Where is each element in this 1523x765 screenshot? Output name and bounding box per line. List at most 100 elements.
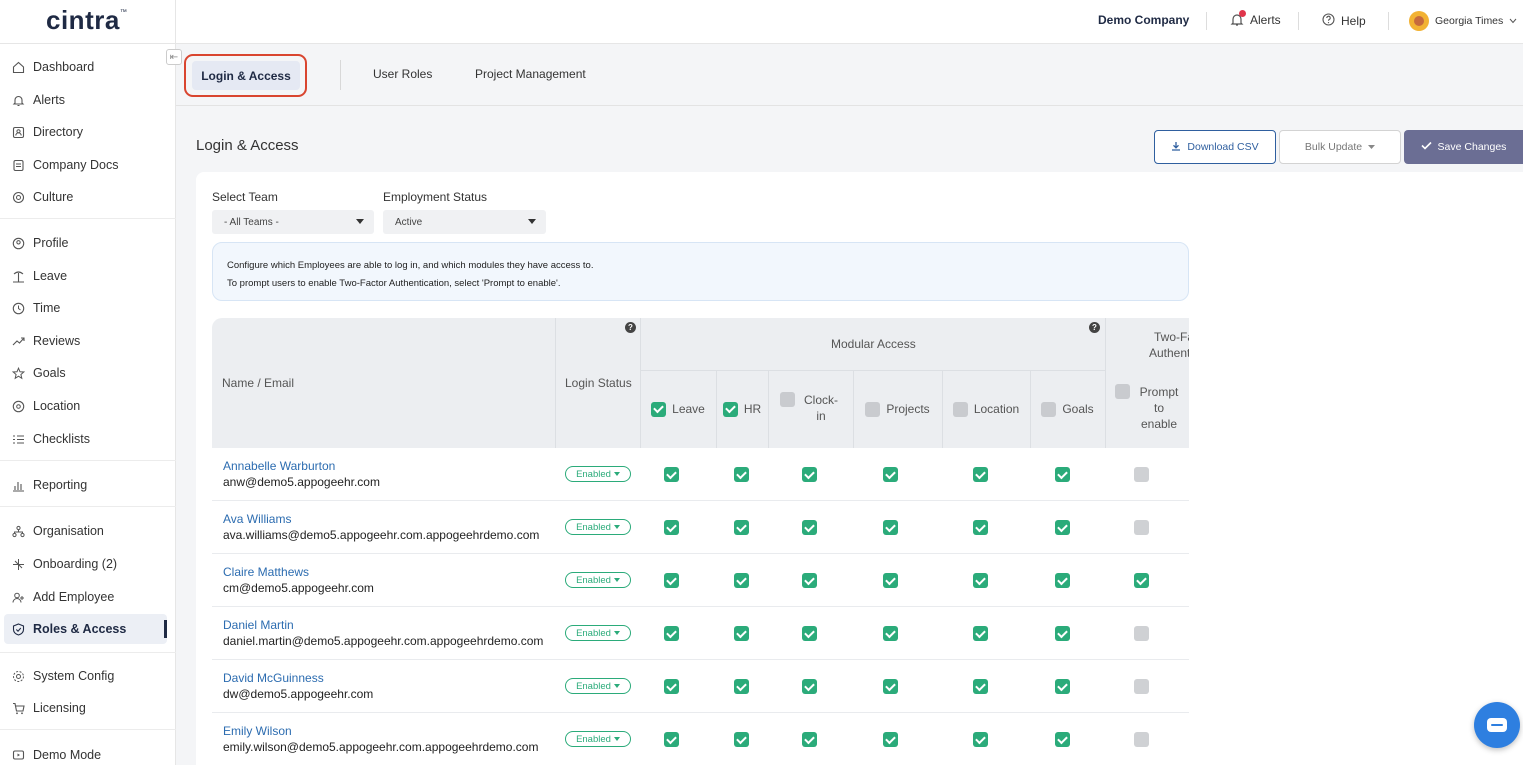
- module-checkbox-leave[interactable]: [664, 520, 679, 535]
- sidebar-item-reporting[interactable]: Reporting: [4, 470, 167, 500]
- help-icon[interactable]: ?: [625, 322, 636, 333]
- module-checkbox-goals[interactable]: [1055, 573, 1070, 588]
- module-checkbox-projects[interactable]: [883, 520, 898, 535]
- module-checkbox-projects[interactable]: [883, 467, 898, 482]
- employee-name-link[interactable]: Daniel Martin: [223, 618, 294, 632]
- leave-select-all-checkbox[interactable]: [651, 401, 667, 417]
- projects-select-all-checkbox[interactable]: [865, 401, 881, 417]
- module-checkbox-location[interactable]: [973, 520, 988, 535]
- prompt-2fa-checkbox[interactable]: [1134, 732, 1149, 747]
- employee-name-link[interactable]: Annabelle Warburton: [223, 459, 335, 473]
- sidebar-item-dashboard[interactable]: Dashboard: [4, 52, 167, 82]
- sidebar-item-add-employee[interactable]: Add Employee: [4, 582, 167, 612]
- sidebar-item-licensing[interactable]: Licensing: [4, 693, 167, 723]
- sidebar-item-checklists[interactable]: Checklists: [4, 424, 167, 454]
- sidebar-item-goals[interactable]: Goals: [4, 358, 167, 388]
- module-checkbox-goals[interactable]: [1055, 732, 1070, 747]
- sidebar-item-onboarding[interactable]: Onboarding (2): [4, 549, 167, 579]
- user-menu[interactable]: Georgia Times: [1409, 11, 1517, 31]
- module-checkbox-leave[interactable]: [664, 467, 679, 482]
- sidebar-item-demo-mode[interactable]: Demo Mode: [4, 740, 167, 765]
- module-checkbox-clock-in[interactable]: [802, 467, 817, 482]
- module-checkbox-projects[interactable]: [883, 626, 898, 641]
- module-checkbox-leave[interactable]: [664, 573, 679, 588]
- prompt-2fa-checkbox[interactable]: [1134, 626, 1149, 641]
- sidebar-item-leave[interactable]: Leave: [4, 261, 167, 291]
- alerts-button[interactable]: Alerts: [1230, 10, 1281, 27]
- prompt-select-all-checkbox[interactable]: [1115, 384, 1130, 399]
- bulk-update-button[interactable]: Bulk Update: [1279, 130, 1401, 164]
- company-name[interactable]: Demo Company: [1098, 13, 1189, 27]
- sidebar-item-profile[interactable]: Profile: [4, 228, 167, 258]
- login-status-dropdown[interactable]: Enabled: [565, 572, 631, 588]
- help-button[interactable]: Help: [1322, 13, 1366, 29]
- module-checkbox-hr[interactable]: [734, 520, 749, 535]
- prompt-2fa-checkbox[interactable]: [1134, 573, 1149, 588]
- column-header-hr[interactable]: HR: [716, 370, 768, 448]
- tab-project-management[interactable]: Project Management: [475, 67, 586, 81]
- module-checkbox-goals[interactable]: [1055, 520, 1070, 535]
- module-checkbox-goals[interactable]: [1055, 679, 1070, 694]
- team-select[interactable]: - All Teams -: [212, 210, 374, 234]
- sidebar-item-time[interactable]: Time: [4, 293, 167, 323]
- module-checkbox-clock-in[interactable]: [802, 732, 817, 747]
- prompt-2fa-checkbox[interactable]: [1134, 679, 1149, 694]
- employee-name-link[interactable]: Ava Williams: [223, 512, 291, 526]
- module-checkbox-leave[interactable]: [664, 732, 679, 747]
- module-checkbox-leave[interactable]: [664, 679, 679, 694]
- location-select-all-checkbox[interactable]: [952, 401, 968, 417]
- employment-status-select[interactable]: Active: [383, 210, 546, 234]
- chat-button[interactable]: [1474, 702, 1520, 748]
- login-status-dropdown[interactable]: Enabled: [565, 519, 631, 535]
- module-checkbox-goals[interactable]: [1055, 467, 1070, 482]
- column-header-goals[interactable]: Goals: [1030, 370, 1105, 448]
- column-header-prompt-to-enable[interactable]: Prompt to enable: [1105, 370, 1189, 448]
- column-header-clock-in[interactable]: Clock-in: [768, 370, 853, 448]
- save-changes-button[interactable]: Save Changes: [1404, 130, 1523, 164]
- module-checkbox-location[interactable]: [973, 732, 988, 747]
- collapse-sidebar-icon[interactable]: ⇤: [166, 49, 182, 65]
- module-checkbox-location[interactable]: [973, 467, 988, 482]
- sidebar-item-organisation[interactable]: Organisation: [4, 516, 167, 546]
- sidebar-item-location[interactable]: Location: [4, 391, 167, 421]
- hr-select-all-checkbox[interactable]: [722, 401, 738, 417]
- module-checkbox-hr[interactable]: [734, 732, 749, 747]
- help-icon[interactable]: ?: [1089, 322, 1100, 333]
- login-status-dropdown[interactable]: Enabled: [565, 678, 631, 694]
- module-checkbox-projects[interactable]: [883, 679, 898, 694]
- module-checkbox-leave[interactable]: [664, 626, 679, 641]
- module-checkbox-location[interactable]: [973, 679, 988, 694]
- module-checkbox-hr[interactable]: [734, 573, 749, 588]
- column-header-projects[interactable]: Projects: [853, 370, 942, 448]
- module-checkbox-clock-in[interactable]: [802, 626, 817, 641]
- module-checkbox-clock-in[interactable]: [802, 573, 817, 588]
- column-header-location[interactable]: Location: [942, 370, 1030, 448]
- module-checkbox-clock-in[interactable]: [802, 679, 817, 694]
- module-checkbox-hr[interactable]: [734, 626, 749, 641]
- module-checkbox-location[interactable]: [973, 626, 988, 641]
- module-checkbox-hr[interactable]: [734, 679, 749, 694]
- clock-in-select-all-checkbox[interactable]: [780, 392, 795, 407]
- prompt-2fa-checkbox[interactable]: [1134, 520, 1149, 535]
- sidebar-item-roles-access[interactable]: Roles & Access: [4, 614, 167, 644]
- employee-name-link[interactable]: David McGuinness: [223, 671, 324, 685]
- module-checkbox-goals[interactable]: [1055, 626, 1070, 641]
- cintra-logo[interactable]: cintra™: [46, 5, 127, 36]
- column-header-leave[interactable]: Leave: [640, 370, 716, 448]
- login-status-dropdown[interactable]: Enabled: [565, 466, 631, 482]
- sidebar-item-directory[interactable]: Directory: [4, 117, 167, 147]
- module-checkbox-hr[interactable]: [734, 467, 749, 482]
- tab-login-access[interactable]: Login & Access: [192, 61, 300, 90]
- tab-user-roles[interactable]: User Roles: [373, 67, 432, 81]
- sidebar-item-alerts[interactable]: Alerts: [4, 85, 167, 115]
- module-checkbox-location[interactable]: [973, 573, 988, 588]
- module-checkbox-clock-in[interactable]: [802, 520, 817, 535]
- prompt-2fa-checkbox[interactable]: [1134, 467, 1149, 482]
- employee-name-link[interactable]: Claire Matthews: [223, 565, 309, 579]
- sidebar-item-reviews[interactable]: Reviews: [4, 326, 167, 356]
- employee-name-link[interactable]: Emily Wilson: [223, 724, 292, 738]
- download-csv-button[interactable]: Download CSV: [1154, 130, 1276, 164]
- module-checkbox-projects[interactable]: [883, 573, 898, 588]
- sidebar-item-system-config[interactable]: System Config: [4, 661, 167, 691]
- sidebar-item-culture[interactable]: Culture: [4, 182, 167, 212]
